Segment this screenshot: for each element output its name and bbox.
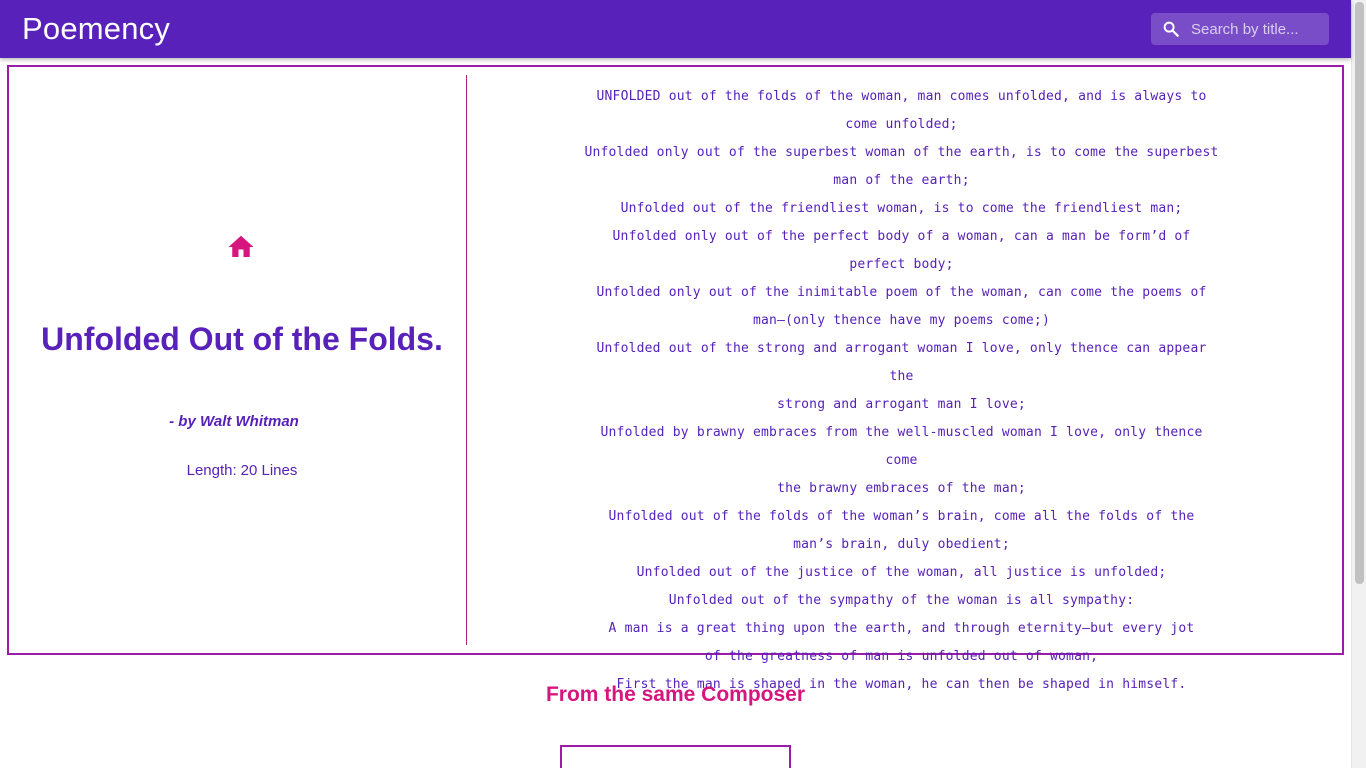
scrollbar-thumb[interactable] xyxy=(1355,2,1364,584)
poem-line: man of the earth; xyxy=(833,173,970,188)
app-brand[interactable]: Poemency xyxy=(22,11,170,47)
composer-poem-card[interactable] xyxy=(560,745,791,768)
poem-card: Unfolded Out of the Folds. - by Walt Whi… xyxy=(7,65,1344,692)
poem-line: perfect body; xyxy=(849,257,954,272)
poem-line: Unfolded out of the folds of the woman’s… xyxy=(608,509,1195,524)
poem-length: Length: 20 Lines xyxy=(9,462,475,479)
page: Poemency Unfolded Out of the Folds. - by… xyxy=(0,0,1366,768)
poem-text-pane: UNFOLDED out of the folds of the woman, … xyxy=(584,83,1219,699)
poem-length-value: 20 Lines xyxy=(240,462,298,479)
poem-author: - by Walt Whitman xyxy=(169,413,299,430)
poem-line: A man is a great thing upon the earth, a… xyxy=(608,621,1195,636)
poem-line: Unfolded only out of the inimitable poem… xyxy=(596,285,1207,300)
page-scrollbar[interactable] xyxy=(1351,0,1366,768)
poem-line: Unfolded by brawny embraces from the wel… xyxy=(600,425,1203,468)
poem-line: Unfolded out of the justice of the woman… xyxy=(636,565,1167,580)
search-icon[interactable] xyxy=(1151,13,1191,45)
poem-line: man—(only thence have my poems come;) xyxy=(753,313,1050,328)
poem-line: UNFOLDED out of the folds of the woman, … xyxy=(596,89,1207,104)
poem-line: come unfolded; xyxy=(845,117,958,132)
poem-line: Unfolded out of the strong and arrogant … xyxy=(596,341,1207,384)
poem-line: man’s brain, duly obedient; xyxy=(793,537,1010,552)
poem-line: the brawny embraces of the man; xyxy=(777,481,1026,496)
poem-length-label: Length: xyxy=(186,462,237,479)
search-box[interactable] xyxy=(1151,13,1329,45)
search-input[interactable] xyxy=(1191,20,1321,38)
home-icon[interactable] xyxy=(226,232,256,262)
poem-line: Unfolded only out of the superbest woman… xyxy=(584,145,1219,160)
poem-lines: UNFOLDED out of the folds of the woman, … xyxy=(584,83,1219,699)
same-composer-heading: From the same Composer xyxy=(545,683,806,706)
app-bar: Poemency xyxy=(0,0,1351,58)
poem-line: Unfolded only out of the perfect body of… xyxy=(612,229,1191,244)
poem-info-pane: Unfolded Out of the Folds. - by Walt Whi… xyxy=(9,75,467,645)
poem-line: Unfolded out of the sympathy of the woma… xyxy=(668,593,1135,608)
poem-title: Unfolded Out of the Folds. xyxy=(41,321,443,357)
poem-line: Unfolded out of the friendliest woman, i… xyxy=(620,201,1183,216)
poem-line: of the greatness of man is unfolded out … xyxy=(704,649,1099,664)
poem-line: strong and arrogant man I love; xyxy=(777,397,1026,412)
